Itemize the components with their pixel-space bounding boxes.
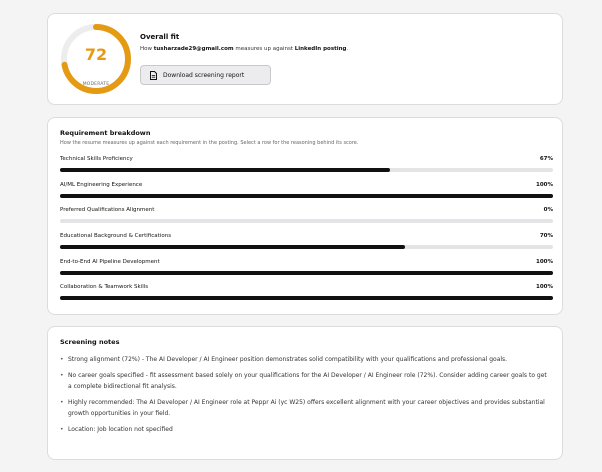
requirement-row[interactable]: Educational Background & Certifications … [60,233,553,253]
note-item: Highly recommended: The AI Developer / A… [60,397,550,420]
requirement-bar-track [60,296,553,300]
requirement-label: Collaboration & Teamwork Skills [60,284,149,290]
requirement-label: Educational Background & Certifications [60,233,172,239]
note-item: Location: Job location not specified [60,424,550,436]
note-item: No career goals specified - fit assessme… [60,370,550,393]
requirement-row[interactable]: End-to-End AI Pipeline Development 100% [60,259,553,279]
requirement-bar-track [60,194,553,198]
requirement-bar-track [60,168,553,172]
notes-list: Strong alignment (72%) - The AI Develope… [60,354,550,439]
requirement-percent: 100% [536,284,553,290]
posting-source: LinkedIn posting [294,46,347,52]
requirement-bar-fill [60,245,406,249]
requirement-row[interactable]: Collaboration & Teamwork Skills 100% [60,284,553,304]
screening-notes-card: Screening notes Strong alignment (72%) -… [47,326,563,460]
breakdown-subtitle: How the resume measures up against each … [60,140,359,146]
requirement-percent: 0% [543,207,553,213]
overall-fit-subtitle: How tusharzade29@gmail.com measures up a… [140,46,348,52]
requirement-bar-fill [60,168,391,172]
subtitle-suffix: . [346,46,349,52]
score-rating: MODERATE [82,82,110,87]
requirement-label: AI/ML Engineering Experience [60,182,143,188]
candidate-email: tusharzade29@gmail.com [153,46,234,52]
note-item: Strong alignment (72%) - The AI Develope… [60,354,550,366]
score-gauge: 72 MODERATE [60,23,132,95]
score-value: 72 [84,45,108,64]
notes-title: Screening notes [60,338,120,346]
subtitle-prefix: How [140,46,154,52]
requirement-bar-track [60,245,553,249]
requirement-row[interactable]: AI/ML Engineering Experience 100% [60,182,553,202]
requirement-percent: 100% [536,182,553,188]
breakdown-title: Requirement breakdown [60,129,151,137]
overall-fit-card: 72 MODERATE Overall fit How tusharzade29… [47,13,563,105]
requirement-percent: 67% [539,156,553,162]
requirement-row[interactable]: Technical Skills Proficiency 67% [60,156,553,176]
overall-fit-title: Overall fit [140,33,180,41]
requirement-percent: 100% [536,259,553,265]
download-report-button[interactable]: Download screening report [140,65,271,85]
requirement-percent: 70% [539,233,553,239]
requirement-breakdown-card: Requirement breakdown How the resume mea… [47,117,563,315]
requirement-row[interactable]: Preferred Qualifications Alignment 0% [60,207,553,227]
requirement-bar-track [60,219,553,223]
requirement-bar-fill [60,296,553,300]
document-icon [150,70,157,80]
requirement-bar-fill [60,194,553,198]
requirement-label: Preferred Qualifications Alignment [60,207,155,213]
requirement-label: End-to-End AI Pipeline Development [60,259,160,265]
requirement-bar-track [60,271,553,275]
download-report-label: Download screening report [163,71,245,79]
requirement-bar-fill [60,271,553,275]
requirement-label: Technical Skills Proficiency [60,156,133,162]
subtitle-middle: measures up against [233,46,295,52]
